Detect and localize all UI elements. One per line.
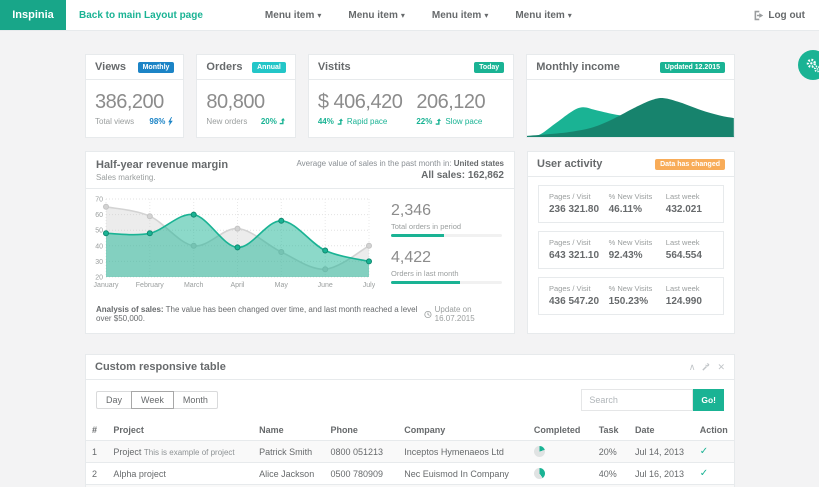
visits-right-stat: 206,120 22% Slow pace bbox=[416, 87, 485, 126]
completed-pie-icon bbox=[534, 468, 545, 479]
table-panel-title: Custom responsive table bbox=[95, 361, 226, 373]
level-up-icon bbox=[279, 117, 286, 126]
caret-down-icon: ▾ bbox=[317, 11, 321, 20]
page-content: Views Monthly 386,200 Total views 98% Or… bbox=[0, 31, 819, 487]
middle-row: Half-year revenue margin Sales marketing… bbox=[85, 151, 735, 334]
views-value: 386,200 bbox=[95, 91, 174, 114]
orders-in-period-value: 2,346 bbox=[391, 202, 502, 220]
orders-in-period-label: Total orders in period bbox=[391, 222, 502, 231]
caret-down-icon: ▾ bbox=[484, 11, 488, 20]
wrench-icon[interactable] bbox=[702, 363, 710, 371]
range-filter-group: Day Week Month bbox=[96, 391, 218, 409]
orders-last-month-label: Orders in last month bbox=[391, 269, 502, 278]
views-card: Views Monthly 386,200 Total views 98% bbox=[85, 54, 184, 138]
svg-text:50: 50 bbox=[95, 228, 103, 235]
week-filter-button[interactable]: Week bbox=[131, 391, 174, 409]
completed-pie-icon bbox=[534, 446, 545, 457]
table-row: 1 Project This is example of project Pat… bbox=[86, 441, 734, 463]
svg-text:April: April bbox=[230, 282, 244, 289]
logout-button[interactable]: Log out bbox=[753, 10, 805, 21]
update-date: Update on 16.07.2015 bbox=[424, 305, 504, 323]
avg-sales-label: Average value of sales in the past month… bbox=[296, 159, 451, 168]
check-icon[interactable]: ✓ bbox=[700, 446, 708, 457]
back-to-layout-link[interactable]: Back to main Layout page bbox=[79, 10, 203, 21]
analysis-text: Analysis of sales: The value has been ch… bbox=[96, 305, 424, 323]
user-activity-row: Pages / Visit643 321.10 % New Visits92.4… bbox=[538, 231, 724, 269]
data-changed-badge: Data has changed bbox=[655, 159, 725, 170]
revenue-subtitle: Sales marketing. bbox=[96, 173, 228, 182]
orders-last-month-value: 4,422 bbox=[391, 249, 502, 267]
collapse-icon[interactable]: ∧ bbox=[689, 363, 696, 372]
today-badge: Today bbox=[474, 62, 504, 73]
bolt-icon bbox=[167, 117, 174, 126]
user-activity-row: Pages / Visit236 321.80 % New Visits46.1… bbox=[538, 185, 724, 223]
svg-text:70: 70 bbox=[95, 197, 103, 204]
orders-sub-label: New orders bbox=[206, 117, 247, 126]
go-button[interactable]: Go! bbox=[693, 389, 724, 411]
annual-badge: Annual bbox=[252, 62, 286, 73]
visits-left-stat: $ 406,420 44% Rapid pace bbox=[318, 87, 402, 126]
table-row: 2 Alpha project Alice Jackson 0500 78090… bbox=[86, 463, 734, 485]
close-icon[interactable]: ✕ bbox=[717, 363, 725, 372]
svg-text:20: 20 bbox=[95, 275, 103, 282]
views-card-title: Views bbox=[95, 61, 126, 73]
day-filter-button[interactable]: Day bbox=[96, 391, 132, 409]
menu-item-2[interactable]: Menu item ▾ bbox=[348, 10, 404, 21]
search-input[interactable] bbox=[581, 389, 693, 411]
monthly-income-chart bbox=[527, 80, 734, 137]
user-activity-title: User activity bbox=[537, 158, 602, 170]
monthly-income-card: Monthly income Updated 12.2015 bbox=[526, 54, 735, 138]
monthly-badge: Monthly bbox=[138, 62, 175, 73]
top-navbar: Inspinia Back to main Layout page Menu i… bbox=[0, 0, 819, 31]
brand-logo[interactable]: Inspinia bbox=[0, 0, 66, 30]
orders-last-month-progress bbox=[391, 281, 502, 284]
menu-item-4[interactable]: Menu item ▾ bbox=[515, 10, 571, 21]
revenue-panel-title: Half-year revenue margin bbox=[96, 159, 228, 171]
revenue-panel: Half-year revenue margin Sales marketing… bbox=[85, 151, 515, 334]
projects-table: # Project Name Phone Company Completed T… bbox=[86, 420, 734, 487]
stat-cards-row: Views Monthly 386,200 Total views 98% Or… bbox=[85, 54, 735, 138]
svg-text:60: 60 bbox=[95, 212, 103, 219]
user-activity-row: Pages / Visit436 547.20 % New Visits150.… bbox=[538, 277, 724, 315]
orders-value: 80,800 bbox=[206, 91, 285, 114]
visits-card-title: Vistits bbox=[318, 61, 351, 73]
caret-down-icon: ▾ bbox=[568, 11, 572, 20]
visits-card: Vistits Today $ 406,420 44% Rapid pace 2… bbox=[308, 54, 514, 138]
svg-text:July: July bbox=[363, 282, 375, 289]
views-metric: 98% bbox=[149, 117, 174, 126]
svg-text:March: March bbox=[184, 282, 204, 289]
updated-badge: Updated 12.2015 bbox=[660, 62, 725, 73]
menu-item-1[interactable]: Menu item ▾ bbox=[265, 10, 321, 21]
revenue-area-chart: 20 30 40 50 60 70 January February March April May… bbox=[90, 194, 375, 289]
all-sales-value: All sales: 162,862 bbox=[296, 170, 504, 181]
level-up-icon bbox=[435, 118, 442, 126]
nav-links: Back to main Layout page Menu item ▾ Men… bbox=[66, 0, 819, 30]
level-up-icon bbox=[337, 118, 344, 126]
svg-text:May: May bbox=[275, 282, 289, 289]
clock-icon bbox=[424, 310, 432, 319]
svg-text:February: February bbox=[136, 282, 165, 289]
svg-text:30: 30 bbox=[95, 259, 103, 266]
menu-item-3[interactable]: Menu item ▾ bbox=[432, 10, 488, 21]
caret-down-icon: ▾ bbox=[401, 11, 405, 20]
income-card-title: Monthly income bbox=[536, 61, 620, 73]
sign-out-icon bbox=[753, 10, 764, 21]
svg-text:January: January bbox=[94, 282, 119, 289]
custom-table-panel: Custom responsive table ∧ ✕ Day Week Mon… bbox=[85, 354, 735, 487]
month-filter-button[interactable]: Month bbox=[173, 391, 218, 409]
views-sub-label: Total views bbox=[95, 117, 134, 126]
svg-text:40: 40 bbox=[95, 243, 103, 250]
orders-in-period-progress bbox=[391, 234, 502, 237]
orders-card: Orders Annual 80,800 New orders 20% bbox=[196, 54, 295, 138]
user-activity-panel: User activity Data has changed Pages / V… bbox=[527, 151, 735, 334]
avg-sales-country: United states bbox=[454, 159, 504, 168]
svg-text:June: June bbox=[318, 282, 333, 289]
orders-metric: 20% bbox=[261, 117, 286, 126]
orders-card-title: Orders bbox=[206, 61, 242, 73]
gears-icon bbox=[806, 58, 819, 73]
check-icon[interactable]: ✓ bbox=[700, 468, 708, 479]
